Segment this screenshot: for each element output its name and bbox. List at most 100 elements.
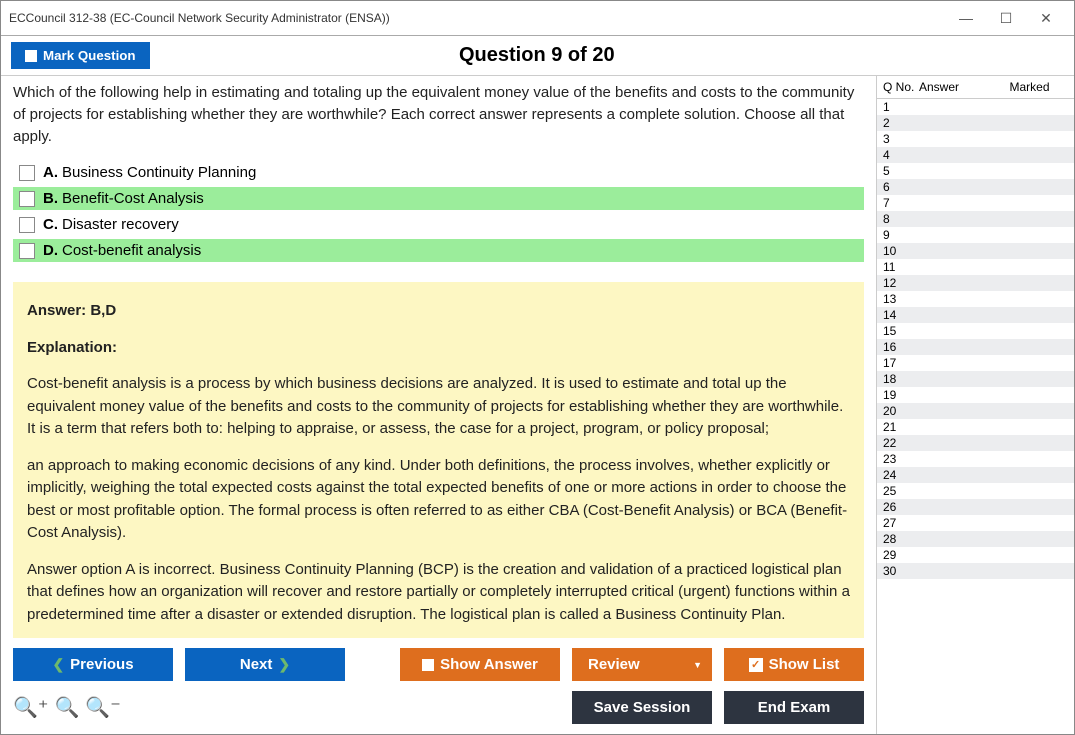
row-qno: 11 <box>883 260 923 274</box>
row-qno: 17 <box>883 356 923 370</box>
save-session-label: Save Session <box>594 699 691 716</box>
checkbox-icon[interactable] <box>19 165 35 181</box>
show-answer-button[interactable]: Show Answer <box>400 648 560 681</box>
row-qno: 25 <box>883 484 923 498</box>
checkbox-icon <box>25 50 37 62</box>
question-list-row[interactable]: 19 <box>877 387 1074 403</box>
end-exam-button[interactable]: End Exam <box>724 691 864 724</box>
row-qno: 10 <box>883 244 923 258</box>
row-qno: 2 <box>883 116 923 130</box>
zoom-out-icon[interactable]: 🔍⁻ <box>85 695 120 720</box>
footer-row-1: ❮ Previous Next ❯ Show Answer Review ▼ <box>13 648 864 681</box>
question-list-row[interactable]: 4 <box>877 147 1074 163</box>
mark-question-button[interactable]: Mark Question <box>11 42 150 69</box>
question-list-row[interactable]: 26 <box>877 499 1074 515</box>
close-icon[interactable]: ✕ <box>1026 5 1066 31</box>
question-list-row[interactable]: 25 <box>877 483 1074 499</box>
question-list-row[interactable]: 24 <box>877 467 1074 483</box>
content-scroll[interactable]: Which of the following help in estimatin… <box>1 76 876 638</box>
row-qno: 26 <box>883 500 923 514</box>
option-letter: A. <box>43 164 58 181</box>
option-text: Disaster recovery <box>62 216 179 233</box>
checkbox-icon <box>422 659 434 671</box>
question-list-row[interactable]: 2 <box>877 115 1074 131</box>
question-number-title: Question 9 of 20 <box>150 44 924 67</box>
question-list-row[interactable]: 3 <box>877 131 1074 147</box>
row-qno: 29 <box>883 548 923 562</box>
main-panel: Which of the following help in estimatin… <box>1 76 876 734</box>
titlebar: ECCouncil 312-38 (EC-Council Network Sec… <box>1 1 1074 36</box>
option-row[interactable]: C. Disaster recovery <box>13 213 864 236</box>
question-list-row[interactable]: 6 <box>877 179 1074 195</box>
question-list-row[interactable]: 13 <box>877 291 1074 307</box>
end-exam-label: End Exam <box>758 699 831 716</box>
footer-row-2: 🔍⁺ 🔍 🔍⁻ Save Session End Exam <box>13 691 864 724</box>
question-list-row[interactable]: 29 <box>877 547 1074 563</box>
question-list-row[interactable]: 10 <box>877 243 1074 259</box>
question-list-row[interactable]: 14 <box>877 307 1074 323</box>
option-row[interactable]: B. Benefit-Cost Analysis <box>13 187 864 210</box>
question-list-row[interactable]: 20 <box>877 403 1074 419</box>
question-list-row[interactable]: 16 <box>877 339 1074 355</box>
question-list-row[interactable]: 22 <box>877 435 1074 451</box>
row-qno: 18 <box>883 372 923 386</box>
option-text: Business Continuity Planning <box>62 164 256 181</box>
sidebar-scroll[interactable]: 1234567891011121314151617181920212223242… <box>877 99 1074 734</box>
show-answer-label: Show Answer <box>440 656 538 673</box>
minimize-icon[interactable]: — <box>946 5 986 31</box>
row-qno: 1 <box>883 100 923 114</box>
question-list-row[interactable]: 23 <box>877 451 1074 467</box>
review-label: Review <box>588 656 640 673</box>
chevron-left-icon: ❮ <box>52 656 64 673</box>
chevron-right-icon: ❯ <box>278 656 290 673</box>
previous-label: Previous <box>70 656 133 673</box>
save-session-button[interactable]: Save Session <box>572 691 712 724</box>
checkbox-icon[interactable] <box>19 217 35 233</box>
option-letter: B. <box>43 190 58 207</box>
checkbox-icon[interactable] <box>19 243 35 259</box>
option-row[interactable]: D. Cost-benefit analysis <box>13 239 864 262</box>
review-button[interactable]: Review ▼ <box>572 648 712 681</box>
previous-button[interactable]: ❮ Previous <box>13 648 173 681</box>
zoom-in-icon[interactable]: 🔍⁺ <box>13 695 48 720</box>
checkbox-icon[interactable] <box>19 191 35 207</box>
options-list: A. Business Continuity PlanningB. Benefi… <box>1 161 876 262</box>
answer-heading: Answer: B,D <box>27 300 850 323</box>
option-row[interactable]: A. Business Continuity Planning <box>13 161 864 184</box>
row-qno: 4 <box>883 148 923 162</box>
col-answer: Answer <box>919 80 987 94</box>
question-list-row[interactable]: 21 <box>877 419 1074 435</box>
row-qno: 5 <box>883 164 923 178</box>
maximize-icon[interactable]: ☐ <box>986 5 1026 31</box>
window-controls: — ☐ ✕ <box>946 5 1066 31</box>
explanation-label: Explanation: <box>27 337 850 360</box>
question-list-row[interactable]: 11 <box>877 259 1074 275</box>
row-qno: 20 <box>883 404 923 418</box>
sidebar-header: Q No. Answer Marked <box>877 76 1074 99</box>
row-qno: 30 <box>883 564 923 578</box>
next-button[interactable]: Next ❯ <box>185 648 345 681</box>
question-list-row[interactable]: 18 <box>877 371 1074 387</box>
row-qno: 15 <box>883 324 923 338</box>
question-list-row[interactable]: 5 <box>877 163 1074 179</box>
row-qno: 12 <box>883 276 923 290</box>
question-list-row[interactable]: 15 <box>877 323 1074 339</box>
question-list-row[interactable]: 1 <box>877 99 1074 115</box>
answer-panel: Answer: B,D Explanation: Cost-benefit an… <box>13 282 864 638</box>
question-list-row[interactable]: 27 <box>877 515 1074 531</box>
question-list-row[interactable]: 17 <box>877 355 1074 371</box>
row-qno: 16 <box>883 340 923 354</box>
option-text: Benefit-Cost Analysis <box>62 190 204 207</box>
question-list-row[interactable]: 28 <box>877 531 1074 547</box>
question-list-row[interactable]: 9 <box>877 227 1074 243</box>
row-qno: 21 <box>883 420 923 434</box>
row-qno: 3 <box>883 132 923 146</box>
show-list-button[interactable]: ✓ Show List <box>724 648 864 681</box>
mark-question-label: Mark Question <box>43 48 136 63</box>
zoom-icon[interactable]: 🔍 <box>54 695 79 720</box>
question-list-row[interactable]: 7 <box>877 195 1074 211</box>
row-qno: 6 <box>883 180 923 194</box>
question-list-row[interactable]: 30 <box>877 563 1074 579</box>
question-list-row[interactable]: 12 <box>877 275 1074 291</box>
question-list-row[interactable]: 8 <box>877 211 1074 227</box>
